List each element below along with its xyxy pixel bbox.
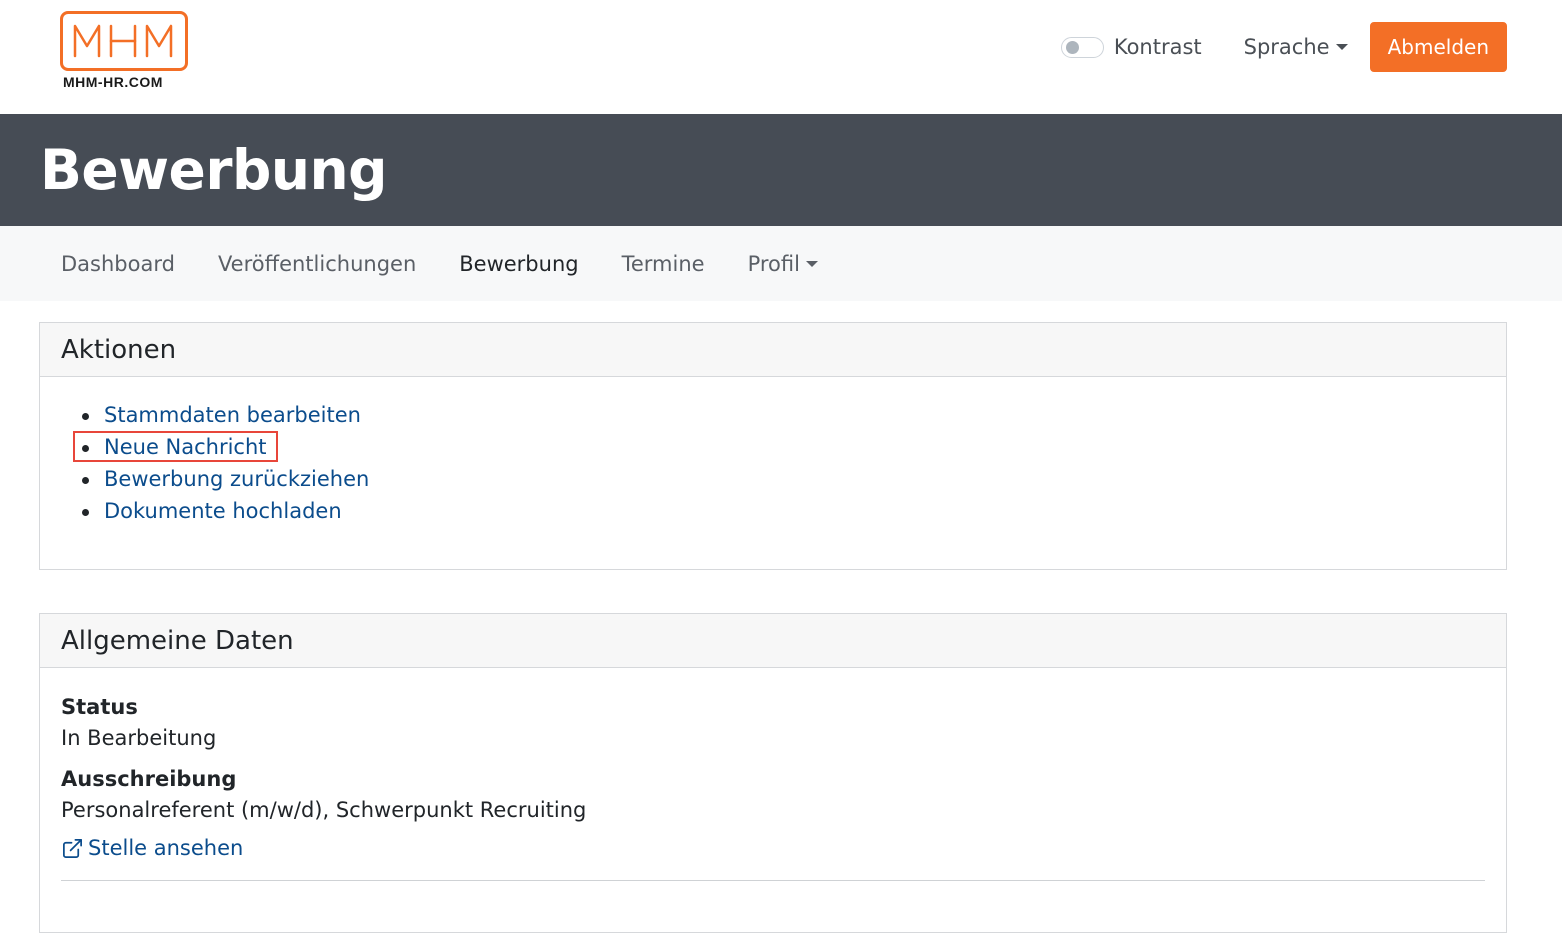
actions-card-title: Aktionen: [40, 323, 1506, 377]
nav-item-publications[interactable]: Veröffentlichungen: [218, 252, 416, 276]
logo-letters-icon: [73, 24, 173, 58]
list-item: Bewerbung zurückziehen: [82, 463, 1506, 495]
page-title: Bewerbung: [40, 138, 388, 202]
withdraw-application-link[interactable]: Bewerbung zurückziehen: [104, 467, 369, 491]
logo-url: MHM-HR.COM: [63, 74, 163, 90]
contrast-toggle[interactable]: Kontrast: [1060, 35, 1202, 59]
top-right-controls: Kontrast Sprache Abmelden: [1060, 22, 1507, 72]
list-item: Stammdaten bearbeiten: [82, 399, 1506, 431]
nav-item-profile[interactable]: Profil: [748, 252, 818, 276]
chevron-down-icon: [805, 260, 818, 267]
nav-item-label: Veröffentlichungen: [217, 251, 417, 276]
nav-item-label: Profil: [747, 251, 800, 276]
nav-item-dashboard[interactable]: Dashboard: [61, 252, 175, 276]
view-posting-link[interactable]: Stelle ansehen: [61, 836, 1485, 860]
toggle-knob: [1065, 40, 1079, 54]
actions-card: Aktionen Stammdaten bearbeiten Neue Nach…: [39, 322, 1507, 570]
divider: [61, 880, 1485, 881]
general-card-title: Allgemeine Daten: [40, 614, 1506, 668]
top-bar: MHM-HR.COM Kontrast Sprache Abmelden: [0, 0, 1562, 114]
language-dropdown[interactable]: Sprache: [1244, 35, 1348, 59]
page-banner: Bewerbung: [0, 114, 1562, 226]
logo-box: [60, 11, 188, 71]
nav-item-application[interactable]: Bewerbung: [459, 252, 578, 276]
external-link-icon: [61, 837, 84, 860]
list-item: Neue Nachricht: [82, 431, 1506, 463]
view-posting-label: Stelle ansehen: [88, 836, 244, 860]
nav-item-appointments[interactable]: Termine: [622, 252, 705, 276]
nav-item-label: Bewerbung: [459, 251, 579, 276]
contrast-label: Kontrast: [1113, 35, 1202, 59]
edit-master-data-link[interactable]: Stammdaten bearbeiten: [104, 403, 361, 427]
status-label: Status: [61, 695, 138, 719]
general-card-body: Status In Bearbeitung Ausschreibung Pers…: [40, 668, 1506, 881]
chevron-down-icon: [1335, 44, 1348, 50]
logout-button[interactable]: Abmelden: [1369, 22, 1507, 72]
new-message-link[interactable]: Neue Nachricht: [104, 435, 267, 459]
posting-value: Personalreferent (m/w/d), Schwerpunkt Re…: [61, 798, 587, 822]
status-value: In Bearbeitung: [61, 726, 217, 750]
list-item: Dokumente hochladen: [82, 495, 1506, 527]
nav-item-label: Dashboard: [61, 251, 175, 276]
general-data-card: Allgemeine Daten Status In Bearbeitung A…: [39, 613, 1507, 933]
posting-label: Ausschreibung: [61, 767, 237, 791]
toggle-switch[interactable]: [1060, 36, 1104, 58]
actions-list: Stammdaten bearbeiten Neue Nachricht Bew…: [40, 377, 1506, 527]
logo[interactable]: MHM-HR.COM: [60, 11, 190, 91]
upload-documents-link[interactable]: Dokumente hochladen: [104, 499, 342, 523]
language-label: Sprache: [1243, 35, 1330, 59]
nav-item-label: Termine: [621, 251, 705, 276]
main-nav: Dashboard Veröffentlichungen Bewerbung T…: [0, 226, 1562, 301]
